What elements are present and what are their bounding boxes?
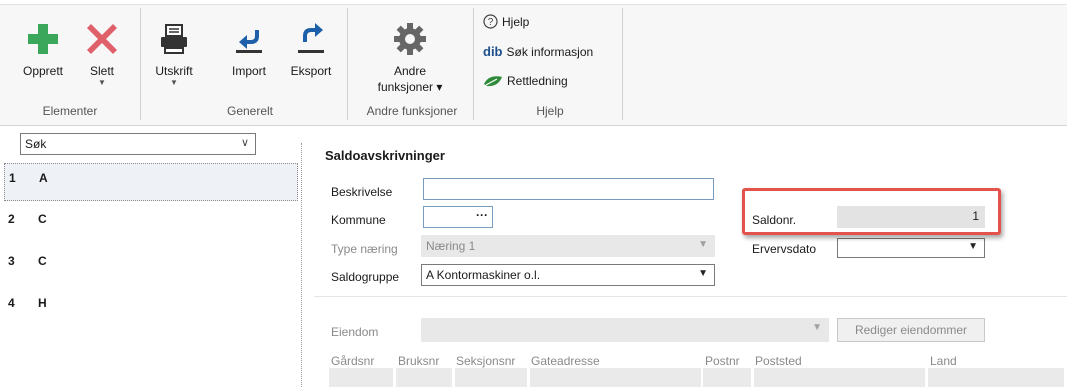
eiendom-label: Eiendom — [331, 325, 379, 339]
ervervsdato-picker[interactable]: ▼ — [837, 238, 985, 258]
group-label-elementer: Elementer — [42, 104, 98, 118]
highlight-annotation — [742, 188, 1001, 235]
type-naering-value: Næring 1 — [426, 239, 476, 253]
list-item[interactable]: 3 C — [4, 247, 298, 285]
panel-splitter[interactable] — [301, 143, 302, 387]
svg-text:?: ? — [488, 17, 494, 28]
saldogruppe-select[interactable]: A Kontormaskiner o.l. ▼ — [421, 264, 715, 286]
column-header[interactable]: Land — [930, 354, 957, 368]
group-label-andre: Andre funksjoner — [366, 104, 458, 118]
slett-label: Slett — [89, 64, 114, 78]
kommune-label: Kommune — [331, 213, 386, 227]
utskrift-button[interactable]: Utskrift ▼ — [148, 22, 200, 87]
group-separator — [473, 8, 474, 120]
group-label-hjelp: Hjelp — [536, 104, 564, 118]
list-item-number: 4 — [8, 296, 15, 310]
export-arrow-icon — [298, 23, 324, 53]
beskrivelse-field[interactable] — [423, 178, 714, 200]
slett-dropdown-caret[interactable]: ▼ — [82, 79, 122, 87]
dropdown-arrow-icon: ▼ — [698, 239, 708, 250]
hjelp-link-label: Hjelp — [502, 14, 530, 29]
andre-label-line1: Andre — [393, 64, 427, 78]
opprett-label: Opprett — [22, 64, 64, 78]
grid-cell[interactable] — [329, 368, 393, 387]
eiendom-select[interactable]: ▼ — [421, 318, 829, 342]
import-arrow-icon — [236, 30, 262, 53]
sok-informasjon-label: Søk informasjon — [506, 44, 594, 59]
import-button[interactable]: Import — [224, 22, 274, 78]
list-item-name: C — [38, 254, 47, 268]
rediger-eiendommer-button[interactable]: Rediger eiendommer — [837, 318, 985, 342]
andre-funksjoner-button[interactable]: Andre funksjoner ▾ — [355, 22, 465, 94]
slett-button[interactable]: Slett ▼ — [82, 22, 122, 87]
column-header[interactable]: Poststed — [755, 354, 802, 368]
printer-icon — [161, 24, 187, 54]
list-item-name: A — [39, 171, 48, 185]
list-item[interactable]: 4 H — [4, 289, 298, 327]
list-item-name: H — [38, 296, 47, 310]
hjelp-link[interactable]: ? Hjelp — [483, 14, 529, 29]
chevron-down-icon[interactable]: ∨ — [241, 136, 249, 149]
type-naering-select[interactable]: Næring 1 ▼ — [421, 235, 715, 257]
type-naering-label: Type næring — [331, 242, 398, 256]
group-separator — [347, 8, 348, 120]
grid-cell[interactable] — [530, 368, 701, 387]
grid-cell[interactable] — [928, 368, 1064, 387]
ribbon: Opprett Slett ▼ Utskrift ▼ Import Ekspor… — [0, 0, 1067, 126]
column-header[interactable]: Seksjonsnr — [456, 354, 515, 368]
search-combobox-value: Søk — [25, 137, 47, 151]
delete-x-icon — [87, 24, 117, 54]
list-item-number: 3 — [8, 254, 15, 268]
rettledning-leaf-icon — [484, 76, 502, 87]
column-header[interactable]: Postnr — [705, 354, 740, 368]
utskrift-dropdown-caret[interactable]: ▼ — [148, 79, 200, 87]
list-item-number: 2 — [8, 212, 15, 226]
saldogruppe-value: A Kontormaskiner o.l. — [426, 268, 541, 282]
gear-icon — [394, 23, 426, 55]
plus-icon — [28, 24, 58, 54]
utskrift-label: Utskrift — [155, 64, 193, 78]
ervervsdato-label: Ervervsdato — [752, 242, 817, 256]
eksport-button[interactable]: Eksport — [284, 22, 338, 78]
section-divider — [314, 296, 1067, 297]
kommune-picker-button[interactable]: ··· — [423, 206, 493, 228]
list-item[interactable]: 1 A — [4, 163, 298, 201]
page-title: Saldoavskrivninger — [325, 148, 445, 163]
rettledning-label: Rettledning — [507, 74, 568, 88]
saldogruppe-label: Saldogruppe — [331, 270, 400, 284]
beskrivelse-label: Beskrivelse — [331, 185, 393, 199]
help-circle-icon: ? — [483, 14, 498, 29]
rettledning-link[interactable]: Rettledning — [483, 74, 568, 88]
ribbon-top-border — [0, 0, 1067, 5]
list-item-name: C — [38, 212, 47, 226]
group-separator — [140, 8, 141, 120]
group-separator — [622, 8, 623, 120]
import-label: Import — [231, 64, 266, 78]
ellipsis-icon: ··· — [476, 208, 488, 222]
list-item-number: 1 — [9, 171, 16, 185]
dropdown-arrow-icon: ▼ — [698, 268, 708, 279]
column-header[interactable]: Gateadresse — [531, 354, 600, 368]
dropdown-arrow-icon: ▼ — [812, 322, 822, 333]
grid-cell[interactable] — [703, 368, 751, 387]
dropdown-arrow-icon: ▼ — [968, 241, 978, 252]
grid-cell[interactable] — [455, 368, 527, 387]
eksport-label: Eksport — [290, 64, 332, 78]
opprett-button[interactable]: Opprett — [16, 22, 70, 78]
dib-logo-icon: dib — [483, 44, 503, 59]
sok-informasjon-link[interactable]: dib Søk informasjon — [483, 44, 593, 59]
column-header[interactable]: Bruksnr — [398, 354, 439, 368]
group-label-generelt: Generelt — [226, 104, 274, 118]
andre-label-line2: funksjoner ▾ — [377, 80, 443, 94]
list-item[interactable]: 2 C — [4, 205, 298, 243]
column-header[interactable]: Gårdsnr — [331, 354, 374, 368]
grid-cell[interactable] — [754, 368, 925, 387]
search-combobox[interactable]: Søk ∨ — [20, 133, 256, 155]
grid-cell[interactable] — [396, 368, 452, 387]
